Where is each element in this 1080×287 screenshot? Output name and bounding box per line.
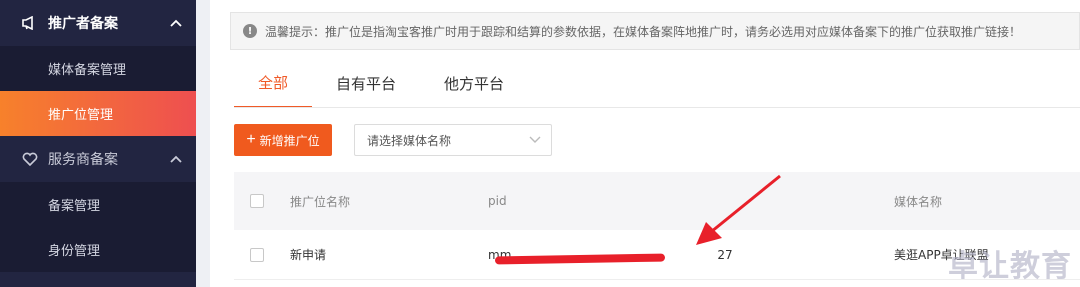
main-panel: ! 温馨提示：推广位是指淘宝客推广时用于跟踪和结算的参数依据，在媒体备案阵地推广… — [210, 0, 1080, 287]
sidebar-group-label: 推广者备案 — [48, 16, 118, 32]
sidebar-item-filing-manage[interactable]: 备案管理 — [0, 182, 196, 227]
megaphone-icon — [22, 15, 38, 31]
chevron-up-icon — [170, 15, 182, 31]
handshake-icon — [22, 151, 38, 167]
watermark: 卓让教育 — [948, 249, 1072, 284]
sidebar-group-provider[interactable]: 服务商备案 — [0, 136, 196, 182]
sidebar: 推广者备案 媒体备案管理 推广位管理 服务商备案 备案管理 身份管理 — [0, 0, 196, 287]
sidebar-item-identity-manage[interactable]: 身份管理 — [0, 227, 196, 272]
sidebar-group-promoter[interactable]: 推广者备案 — [0, 0, 196, 46]
sidebar-group-label: 服务商备案 — [48, 152, 118, 168]
sidebar-item-media-filing[interactable]: 媒体备案管理 — [0, 46, 196, 91]
chevron-up-icon — [170, 151, 182, 167]
layout-gap — [196, 0, 210, 287]
sidebar-item-promotion-slot[interactable]: 推广位管理 — [0, 91, 196, 136]
